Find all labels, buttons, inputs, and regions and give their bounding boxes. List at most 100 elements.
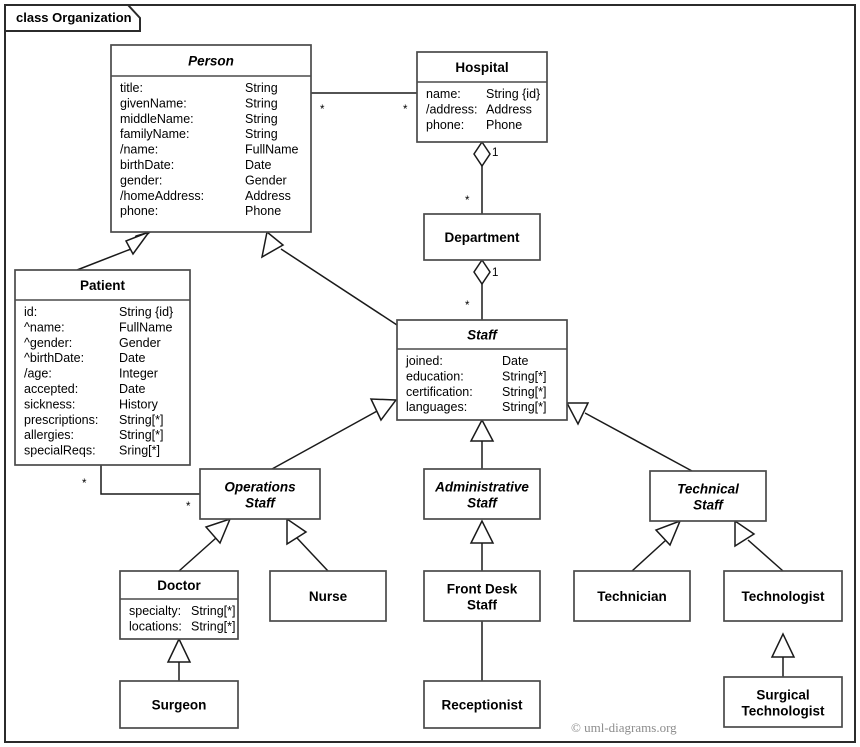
class-name: Operations [224, 480, 296, 495]
attribute-name: /age: [24, 367, 52, 381]
attribute-type: Gender [245, 173, 287, 187]
association-line [100, 465, 200, 495]
relationship-department-staff[interactable] [473, 258, 491, 320]
relationship-technician-technical-staff[interactable] [631, 519, 682, 572]
generalization-line [584, 412, 693, 472]
class-box-hospital[interactable]: Hospital name: String {id} /address: Address… [416, 51, 548, 143]
class-box-technologist[interactable]: Technologist [723, 570, 843, 622]
attribute-type: String[*] [191, 604, 235, 618]
class-box-nurse[interactable]: Nurse [269, 570, 387, 622]
class-name: Doctor [157, 578, 201, 593]
relationship-doctor-operations-staff[interactable] [178, 517, 232, 572]
attribute-name: middleName: [120, 112, 194, 126]
generalization-line [296, 537, 329, 572]
attribute-name: /address: [426, 102, 477, 116]
attribute-type: Address [486, 102, 532, 116]
class-name: Administrative [434, 480, 529, 495]
attribute-type: String[*] [119, 413, 163, 427]
relationship-administrative-staff-staff[interactable] [469, 418, 495, 469]
attribute-type: String [245, 112, 278, 126]
class-name: Department [444, 230, 520, 245]
attribute-type: String {id} [119, 305, 173, 319]
class-box-department[interactable]: Department [423, 213, 541, 261]
attribute-name: familyName: [120, 127, 189, 141]
class-box-staff[interactable]: Staff joined: Date education: String[*] certi… [396, 319, 568, 421]
class-name: Patient [80, 278, 126, 293]
attribute-name: birthDate: [120, 158, 174, 172]
generalization-arrowhead [260, 230, 285, 259]
relationship-front-desk-staff-administrative-staff[interactable] [469, 519, 495, 571]
class-box-receptionist[interactable]: Receptionist [423, 680, 541, 729]
generalization-arrowhead [469, 519, 495, 544]
attribute-name: phone: [120, 204, 158, 218]
attribute-type: FullName [245, 143, 299, 157]
attribute-type: FullName [119, 320, 173, 334]
attribute-name: joined: [405, 354, 443, 368]
class-name: Staff [467, 328, 498, 343]
mult-person-right: * [320, 104, 325, 116]
class-name: Surgeon [152, 698, 207, 713]
relationship-patient-person[interactable] [76, 230, 152, 271]
attribute-name: /name: [120, 143, 158, 157]
class-box-surgeon[interactable]: Surgeon [119, 680, 239, 729]
class-name: Staff [467, 496, 498, 511]
class-box-person[interactable]: Person title: String givenName: String middle… [110, 44, 312, 233]
copyright-text: © uml-diagrams.org [571, 720, 677, 735]
relationship-surgeon-doctor[interactable] [166, 637, 192, 681]
relationship-staff-person[interactable] [260, 230, 398, 326]
attribute-name: accepted: [24, 382, 78, 396]
generalization-arrowhead [166, 637, 192, 663]
mult-hospital-bottom: 1 [492, 147, 498, 159]
generalization-arrowhead [654, 519, 682, 547]
attribute-name: ^gender: [24, 336, 72, 350]
class-name: Staff [467, 598, 498, 613]
attribute-name: prescriptions: [24, 413, 98, 427]
class-box-front-desk-staff[interactable]: Front DeskStaff [423, 570, 541, 622]
frame-label-text: class Organization [16, 10, 132, 25]
class-box-administrative-staff[interactable]: AdministrativeStaff [423, 468, 541, 520]
generalization-line [280, 248, 398, 326]
class-name: Technician [597, 589, 667, 604]
attribute-name: givenName: [120, 96, 187, 110]
class-box-operations-staff[interactable]: OperationsStaff [199, 468, 321, 520]
attribute-type: Phone [486, 118, 522, 132]
attribute-type: Integer [119, 367, 158, 381]
attribute-type: String [245, 127, 278, 141]
attribute-name: title: [120, 81, 143, 95]
attribute-type: Date [119, 351, 145, 365]
relationship-technologist-technical-staff[interactable] [734, 519, 784, 572]
attribute-type: Address [245, 189, 291, 203]
generalization-line [631, 539, 667, 572]
attribute-name: id: [24, 305, 37, 319]
class-box-doctor[interactable]: Doctor specialty: String[*] locations: Strin… [119, 570, 239, 640]
relationship-nurse-operations-staff[interactable] [286, 517, 329, 572]
relationship-operations-staff-staff[interactable] [271, 398, 398, 470]
class-box-technical-staff[interactable]: TechnicalStaff [649, 470, 767, 522]
relationship-hospital-department[interactable] [473, 140, 491, 214]
mult-staff-top: * [465, 300, 470, 312]
generalization-arrowhead [770, 632, 796, 658]
relationship-patient-operations-staff[interactable] [100, 465, 200, 495]
attribute-type: String {id} [486, 87, 540, 101]
attribute-name: /homeAddress: [120, 189, 204, 203]
relationship-technical-staff-staff[interactable] [565, 402, 693, 472]
aggregation-diamond-icon [473, 140, 491, 168]
class-name: Technologist [742, 589, 826, 604]
class-box-technician[interactable]: Technician [573, 570, 691, 622]
class-box-surgical-technologist[interactable]: SurgicalTechnologist [723, 676, 843, 728]
mult-department-top: * [465, 195, 470, 207]
aggregation-diamond-icon [473, 258, 491, 286]
attribute-type: String[*] [502, 369, 546, 383]
class-name: Staff [693, 498, 724, 513]
attribute-name: languages: [406, 400, 467, 414]
attribute-type: Date [119, 382, 145, 396]
relationship-surgical-technologist-technologist[interactable] [770, 632, 796, 677]
attribute-name: specialty: [129, 604, 181, 618]
mult-patient-bottom: * [82, 478, 87, 490]
mult-hospital-left: * [403, 104, 408, 116]
class-box-patient[interactable]: Patient id: String {id} ^name: FullName ^gend… [14, 269, 191, 466]
class-name: Hospital [455, 60, 508, 75]
class-name: Person [188, 54, 234, 69]
class-name: Technologist [742, 704, 826, 719]
generalization-arrowhead [369, 398, 398, 422]
